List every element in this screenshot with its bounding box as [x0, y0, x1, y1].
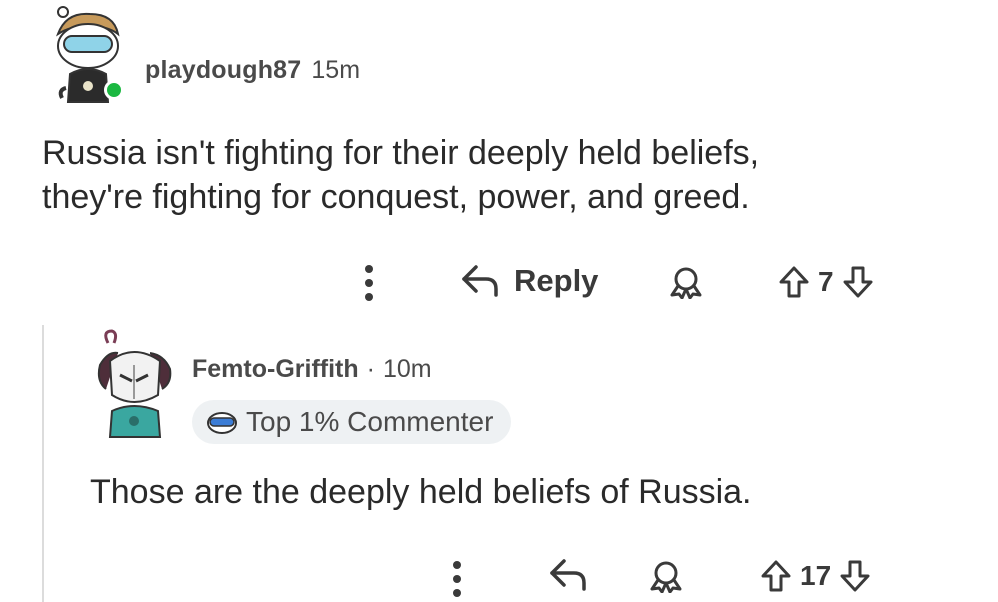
reply-button[interactable] — [548, 557, 588, 593]
reply-arrow-icon — [550, 559, 586, 591]
vote-control: 17 — [760, 559, 871, 593]
timestamp: 15m — [311, 56, 361, 84]
separator-dot: · — [366, 355, 375, 383]
online-status-indicator — [104, 80, 124, 100]
more-options-button[interactable] — [364, 264, 374, 302]
timestamp: 10m — [382, 355, 432, 383]
comment-line: they're fighting for conquest, power, an… — [42, 178, 750, 216]
award-icon — [650, 561, 682, 593]
award-icon — [670, 267, 702, 299]
upvote-arrow-icon[interactable] — [778, 265, 810, 299]
vote-count: 7 — [818, 266, 834, 297]
comment-body: Those are the deeply held beliefs of Rus… — [90, 470, 970, 514]
user-avatar[interactable] — [88, 325, 180, 440]
downvote-arrow-icon[interactable] — [839, 559, 871, 593]
comment-actions: 17 — [440, 552, 940, 602]
more-vertical-icon — [453, 561, 461, 597]
username[interactable]: Femto-Griffith — [192, 355, 359, 384]
comment-meta: Femto-Griffith · 10m — [192, 355, 432, 384]
award-button[interactable] — [668, 267, 704, 299]
comment-body: Russia isn't fighting for their deeply h… — [42, 131, 942, 219]
award-button[interactable] — [648, 561, 684, 593]
downvote-arrow-icon[interactable] — [842, 265, 874, 299]
commenter-badge-icon — [207, 412, 237, 434]
badge-label: Top 1% Commenter — [246, 406, 494, 437]
commenter-badge[interactable]: Top 1% Commenter — [192, 400, 512, 444]
reply-label: Reply — [514, 263, 599, 298]
comment-line: Those are the deeply held beliefs of Rus… — [90, 473, 752, 511]
reply-button[interactable]: Reply — [460, 263, 598, 299]
more-vertical-icon — [365, 265, 373, 301]
reply-arrow-icon — [462, 265, 498, 297]
vote-control: 7 — [778, 265, 874, 299]
comment-actions: Reply 7 — [350, 258, 940, 308]
username[interactable]: playdough87 — [145, 56, 301, 85]
more-options-button[interactable] — [452, 560, 462, 598]
comment-thread: playdough87 15m Russia isn't fighting fo… — [0, 0, 998, 602]
upvote-arrow-icon[interactable] — [760, 559, 792, 593]
comment-line: Russia isn't fighting for their deeply h… — [42, 134, 760, 172]
vote-count: 17 — [800, 560, 832, 591]
comment-meta: playdough87 15m — [145, 56, 360, 85]
thread-line[interactable] — [42, 325, 44, 602]
